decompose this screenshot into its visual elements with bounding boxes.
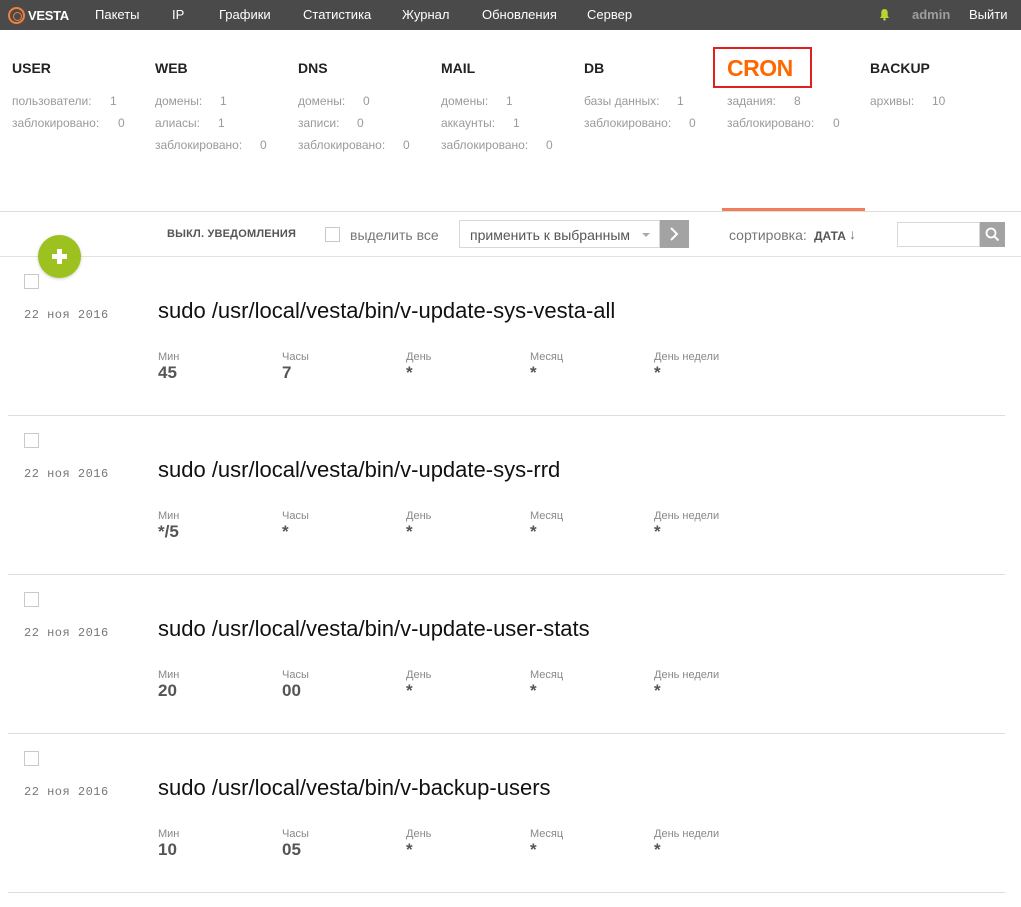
panel-user[interactable]: USER [12,60,51,78]
select-all-checkbox[interactable] [325,227,340,242]
sort-value[interactable]: ДАТА [814,229,846,243]
row-checkbox[interactable] [24,274,39,289]
stat-users: пользователи: 1 [12,94,117,108]
row-checkbox[interactable] [24,592,39,607]
panel-title-cron[interactable]: CRON [727,55,793,81]
select-all-label[interactable]: выделить все [350,227,439,243]
field-month: Месяц * [530,510,564,541]
field-weekday: День недели * [654,510,720,541]
stat-mail-blocked: заблокировано: 0 [441,138,553,152]
field-hour: Часы * [282,510,309,541]
field-month: Месяц * [530,828,564,859]
stat-cron-jobs: задания: 8 [727,94,801,108]
field-hour: Часы 7 [282,351,309,382]
nav-ip[interactable]: IP [172,7,184,22]
user-menu[interactable]: admin [912,7,950,22]
stat-user-blocked: заблокировано: 0 [12,116,125,130]
nav-statistics[interactable]: Статистика [303,7,371,22]
nav-log[interactable]: Журнал [402,7,449,22]
cron-job-row[interactable]: 22 ноя 2016 sudo /usr/local/vesta/bin/v-… [0,575,1021,734]
nav-updates[interactable]: Обновления [482,7,557,22]
search-button[interactable] [980,222,1005,247]
stat-cron-blocked: заблокировано: 0 [727,116,840,130]
job-command[interactable]: sudo /usr/local/vesta/bin/v-update-sys-v… [158,298,615,324]
stat-mail-accounts: аккаунты: 1 [441,116,520,130]
stat-mail-domains: домены: 1 [441,94,513,108]
chevron-right-icon [670,227,679,241]
sort-label: сортировка: [729,227,807,243]
divider [0,211,1021,212]
panel-title-dns[interactable]: DNS [298,60,328,78]
stat-web-blocked: заблокировано: 0 [155,138,267,152]
field-hour: Часы 00 [282,669,309,700]
nav-packages[interactable]: Пакеты [95,7,140,22]
panel-web[interactable]: WEB [155,60,188,78]
panel-title-user[interactable]: USER [12,60,51,78]
field-day: День * [406,828,432,859]
panel-title-db[interactable]: DB [584,60,604,78]
field-weekday: День недели * [654,351,720,382]
panel-dns[interactable]: DNS [298,60,328,78]
logo-icon [8,6,25,24]
row-divider [8,892,1005,893]
panel-backup[interactable]: BACKUP [870,60,930,78]
job-date: 22 ноя 2016 [24,626,109,640]
panel-title-web[interactable]: WEB [155,60,188,78]
stat-archives: архивы: 10 [870,94,946,108]
row-checkbox[interactable] [24,433,39,448]
job-date: 22 ноя 2016 [24,785,109,799]
job-date: 22 ноя 2016 [24,467,109,481]
bulk-action-value: применить к выбранным [470,227,631,243]
logout-link[interactable]: Выйти [969,7,1008,22]
field-month: Месяц * [530,351,564,382]
nav-server[interactable]: Сервер [587,7,632,22]
bulk-action-select[interactable]: применить к выбранным [459,220,660,248]
job-date: 22 ноя 2016 [24,308,109,322]
field-month: Месяц * [530,669,564,700]
job-command[interactable]: sudo /usr/local/vesta/bin/v-update-user-… [158,616,590,642]
panel-db[interactable]: DB [584,60,604,78]
panel-title-mail[interactable]: MAIL [441,60,475,78]
field-min: Мин 45 [158,351,180,382]
stat-dns-records: записи: 0 [298,116,364,130]
stat-db-blocked: заблокировано: 0 [584,116,696,130]
search-input[interactable] [897,222,980,247]
sort-direction-icon[interactable]: ↓ [849,226,856,242]
field-min: Мин 10 [158,828,180,859]
job-command[interactable]: sudo /usr/local/vesta/bin/v-update-sys-r… [158,457,560,483]
apply-button[interactable] [660,220,689,248]
nav-graphs[interactable]: Графики [219,7,271,22]
job-command[interactable]: sudo /usr/local/vesta/bin/v-backup-users [158,775,551,801]
field-min: Мин */5 [158,510,180,541]
search-icon [985,227,1000,242]
stat-web-aliases: алиасы: 1 [155,116,225,130]
stat-dns-domains: домены: 0 [298,94,370,108]
field-min: Мин 20 [158,669,180,700]
vesta-logo[interactable]: VESTA [8,6,69,24]
row-checkbox[interactable] [24,751,39,766]
chevron-down-icon [642,233,650,237]
field-weekday: День недели * [654,669,720,700]
top-navbar: VESTA Пакеты IP Графики Статистика Журна… [0,0,1021,30]
field-day: День * [406,351,432,382]
mute-notifications-button[interactable]: ВЫКЛ. УВЕДОМЛЕНИЯ [167,228,296,240]
panel-cron[interactable]: CRON [727,55,793,81]
bell-icon[interactable] [879,8,890,21]
cron-job-row[interactable]: 22 ноя 2016 sudo /usr/local/vesta/bin/v-… [0,416,1021,575]
field-day: День * [406,669,432,700]
logo-text: VESTA [28,7,69,23]
field-day: День * [406,510,432,541]
field-weekday: День недели * [654,828,720,859]
field-hour: Часы 05 [282,828,309,859]
panel-mail[interactable]: MAIL [441,60,475,78]
stat-databases: базы данных: 1 [584,94,684,108]
cron-job-row[interactable]: 22 ноя 2016 sudo /usr/local/vesta/bin/v-… [0,734,1021,893]
stat-dns-blocked: заблокировано: 0 [298,138,410,152]
cron-job-row[interactable]: 22 ноя 2016 sudo /usr/local/vesta/bin/v-… [0,257,1021,416]
panel-title-backup[interactable]: BACKUP [870,60,930,78]
stat-web-domains: домены: 1 [155,94,227,108]
